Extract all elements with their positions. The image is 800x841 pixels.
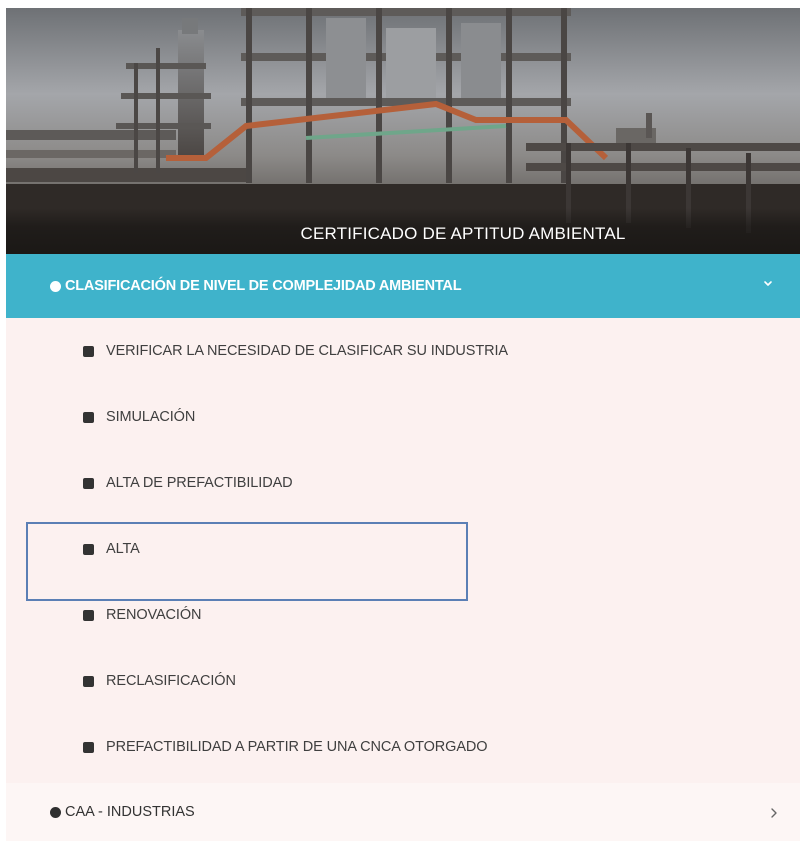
- square-bullet-icon: [83, 741, 94, 753]
- submenu-item-renovacion[interactable]: RENOVACIÓN: [6, 582, 800, 648]
- hero-title: CERTIFICADO DE APTITUD AMBIENTAL: [300, 224, 626, 243]
- submenu-item-verificar[interactable]: VERIFICAR LA NECESIDAD DE CLASIFICAR SU …: [6, 318, 800, 384]
- bullet-dot-icon: [50, 806, 61, 818]
- hero-banner: CERTIFICADO DE APTITUD AMBIENTAL: [6, 8, 800, 254]
- chevron-down-icon[interactable]: [762, 279, 774, 289]
- submenu-item-simulacion[interactable]: SIMULACIÓN: [6, 384, 800, 450]
- square-bullet-icon: [83, 477, 94, 489]
- square-bullet-icon: [83, 411, 94, 423]
- submenu-item-label: ALTA DE PREFACTIBILIDAD: [106, 475, 293, 491]
- submenu-item-label: RENOVACIÓN: [106, 607, 202, 623]
- submenu-item-label: ALTA: [106, 541, 140, 557]
- section-title: CLASIFICACIÓN DE NIVEL DE COMPLEJIDAD AM…: [65, 278, 462, 294]
- submenu-item-prefactibilidad-cnca[interactable]: PREFACTIBILIDAD A PARTIR DE UNA CNCA OTO…: [6, 714, 800, 780]
- square-bullet-icon: [83, 609, 94, 621]
- bullet-dot-icon: [50, 280, 61, 292]
- submenu-item-label: PREFACTIBILIDAD A PARTIR DE UNA CNCA OTO…: [106, 739, 488, 755]
- submenu-item-label: VERIFICAR LA NECESIDAD DE CLASIFICAR SU …: [106, 343, 508, 359]
- menu-panel: CERTIFICADO DE APTITUD AMBIENTAL CLASIFI…: [6, 8, 800, 841]
- submenu-item-alta-prefactibilidad[interactable]: ALTA DE PREFACTIBILIDAD: [6, 450, 800, 516]
- submenu-item-label: RECLASIFICACIÓN: [106, 673, 236, 689]
- menu-item-caa-industrias[interactable]: CAA - INDUSTRIAS: [6, 783, 800, 841]
- submenu-item-alta[interactable]: ALTA: [6, 516, 800, 601]
- submenu-item-label: SIMULACIÓN: [106, 409, 196, 425]
- square-bullet-icon: [83, 345, 94, 357]
- submenu-list: VERIFICAR LA NECESIDAD DE CLASIFICAR SU …: [6, 318, 800, 780]
- chevron-right-icon[interactable]: [770, 807, 778, 819]
- square-bullet-icon: [83, 543, 94, 555]
- square-bullet-icon: [83, 675, 94, 687]
- menu-item-label: CAA - INDUSTRIAS: [65, 804, 195, 820]
- submenu-item-reclasificacion[interactable]: RECLASIFICACIÓN: [6, 648, 800, 714]
- section-header-clasificacion[interactable]: CLASIFICACIÓN DE NIVEL DE COMPLEJIDAD AM…: [6, 254, 800, 318]
